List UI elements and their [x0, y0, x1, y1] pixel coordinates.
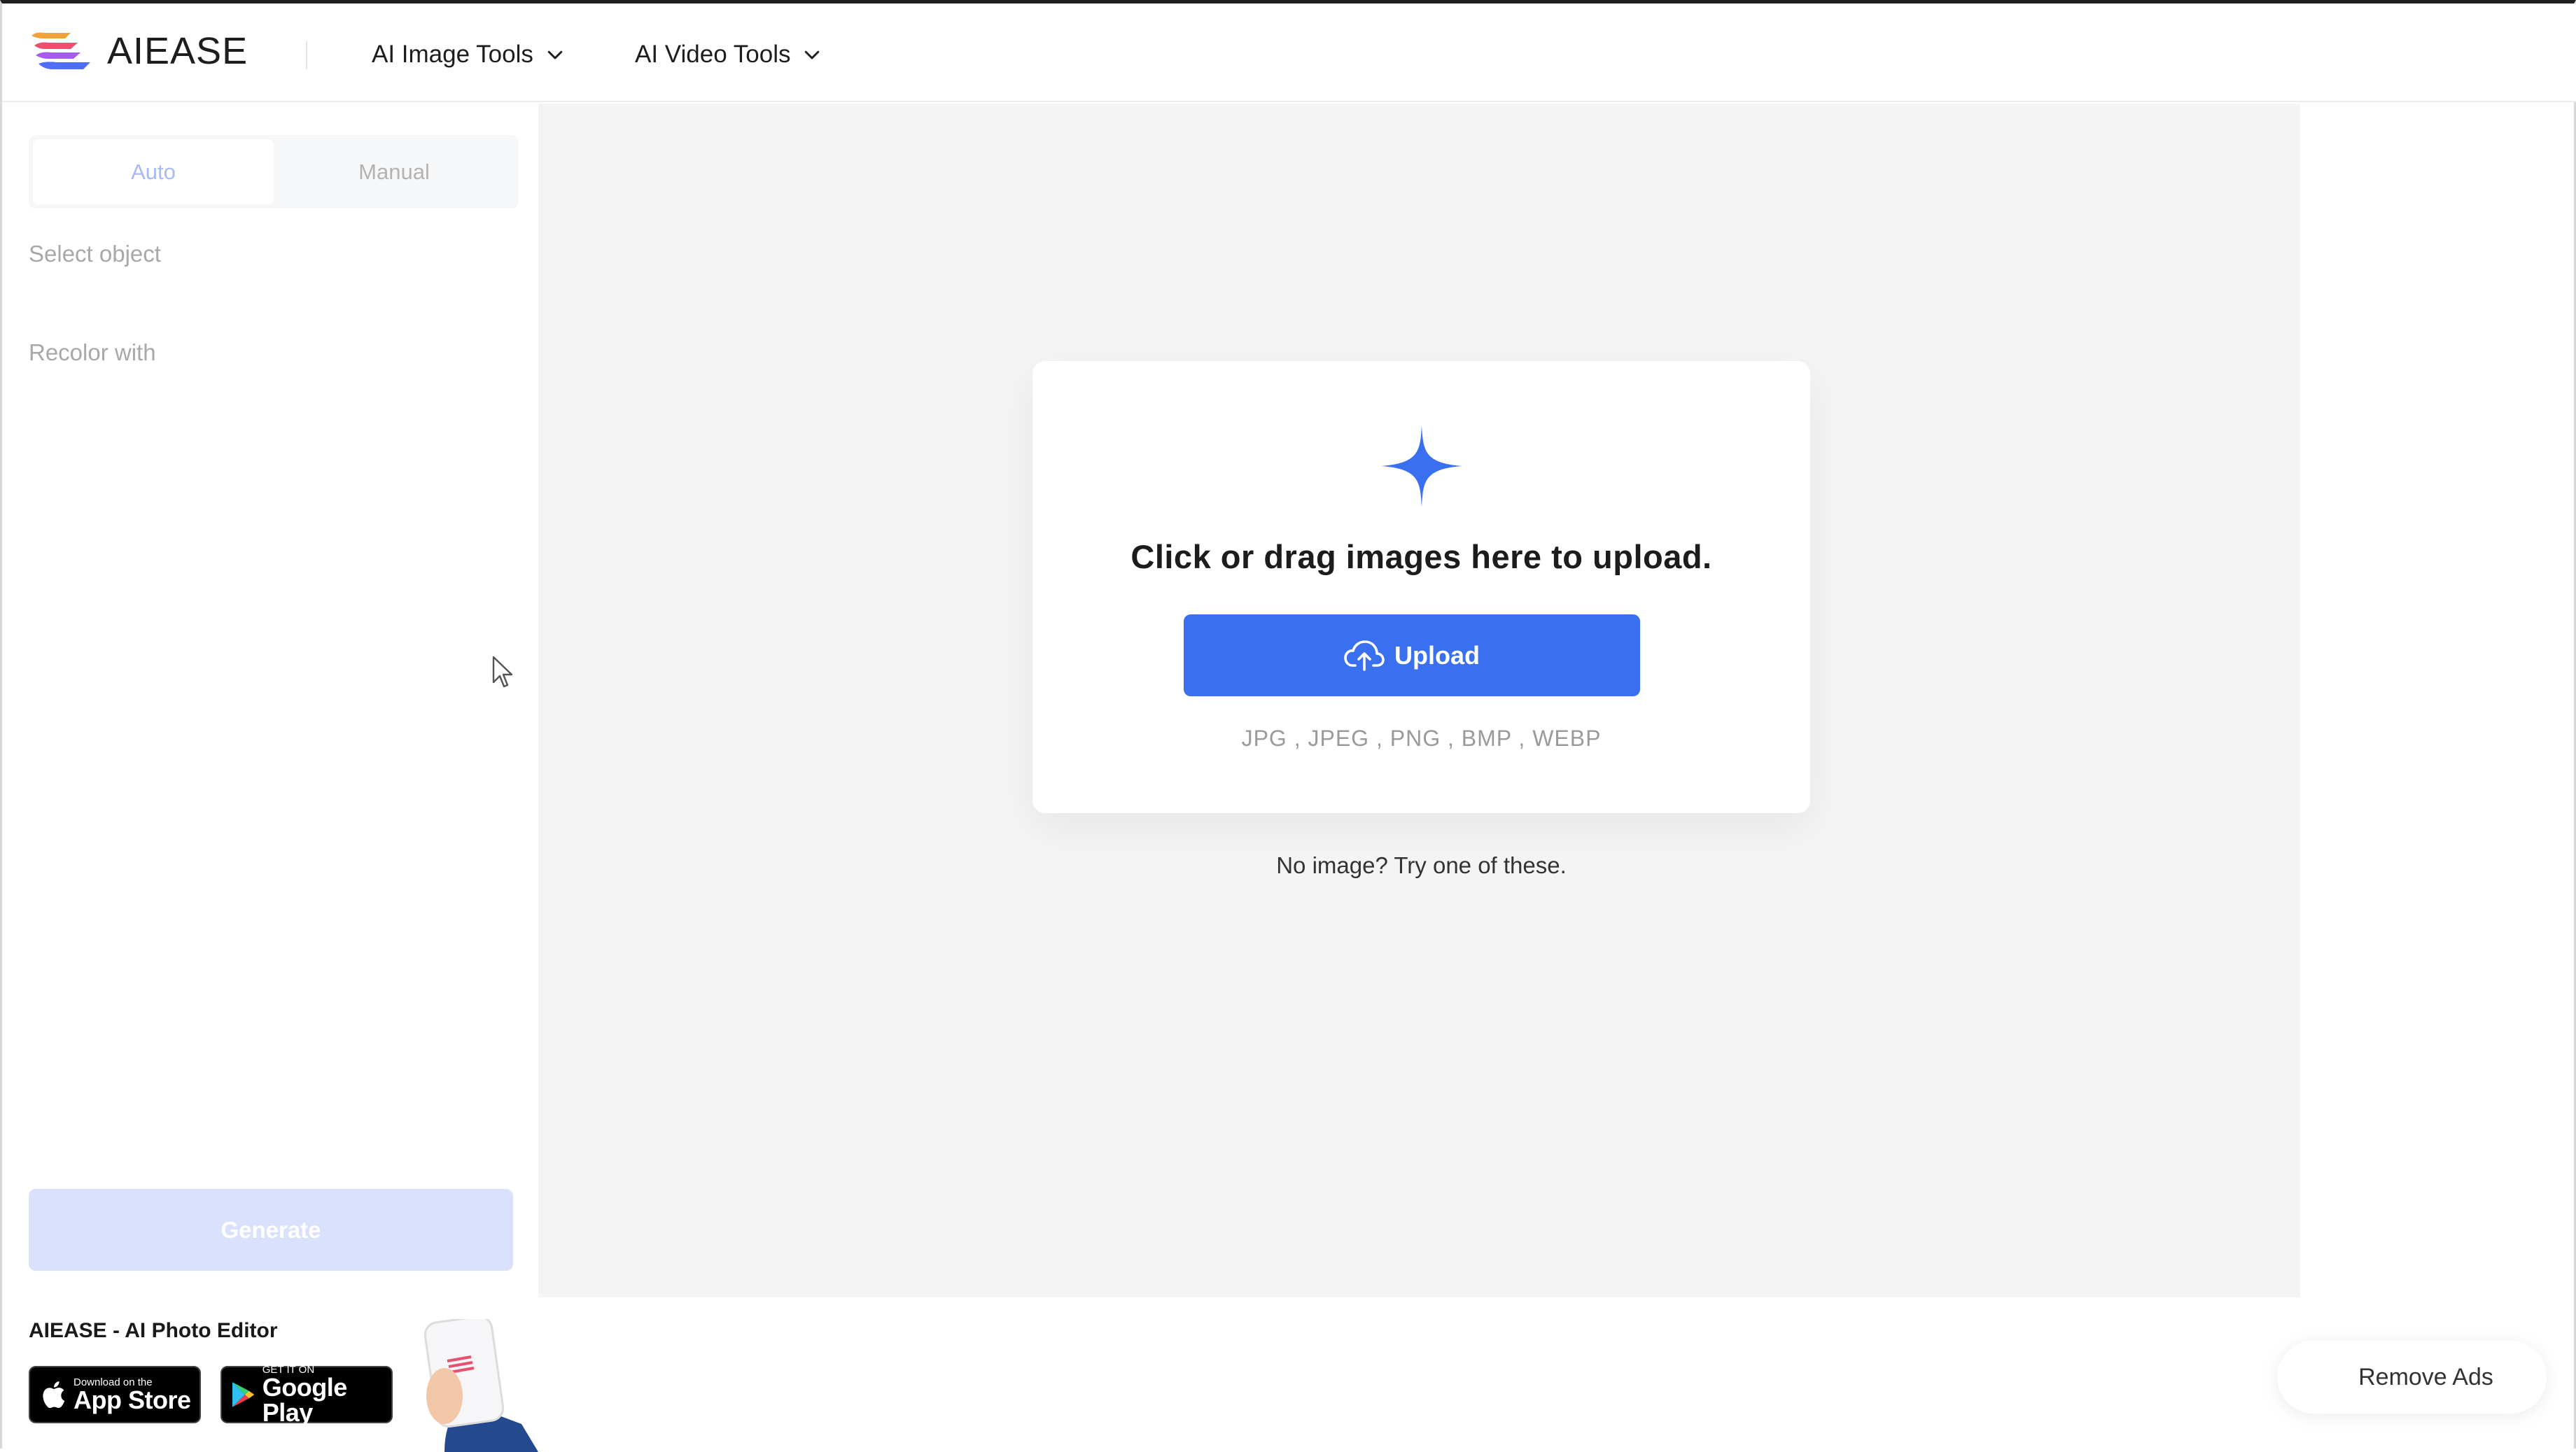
- sparkle-icon: [1381, 425, 1462, 507]
- left-sidebar: Auto Manual Select object Recolor with G…: [2, 104, 538, 1452]
- generate-button[interactable]: Generate: [29, 1189, 513, 1271]
- upload-button[interactable]: Upload: [1184, 614, 1640, 696]
- supported-formats: JPG , JPEG , PNG , BMP , WEBP: [1241, 726, 1602, 751]
- app-window: AIEASE AI Image Tools AI Video Tools Aut…: [0, 0, 2576, 1452]
- app-store-big-text: App Store: [74, 1385, 191, 1414]
- nav-ai-image-tools[interactable]: AI Image Tools: [372, 37, 566, 72]
- google-play-button[interactable]: GET IT ON Google Play: [220, 1365, 393, 1427]
- aiease-logo-icon: [31, 32, 90, 69]
- nav-label: AI Image Tools: [372, 41, 533, 68]
- mode-tabs: Auto Manual: [29, 135, 519, 209]
- google-play-big-text: Google Play: [262, 1372, 348, 1427]
- phone-illustration: [424, 1319, 538, 1452]
- upload-dropzone[interactable]: Click or drag images here to upload. Upl…: [1032, 361, 1810, 813]
- logo-text: AIEASE: [107, 30, 248, 72]
- nav-ai-video-tools[interactable]: AI Video Tools: [635, 37, 822, 72]
- app-store-button[interactable]: Download on the App Store: [29, 1366, 201, 1423]
- upload-title: Click or drag images here to upload.: [1130, 538, 1712, 575]
- nav-label: AI Video Tools: [635, 41, 791, 68]
- google-play-icon: [232, 1382, 255, 1407]
- recolor-with-label: Recolor with: [29, 339, 156, 365]
- chevron-down-icon: [547, 50, 563, 59]
- cloud-upload-icon: [1344, 640, 1385, 671]
- chevron-down-icon: [805, 50, 820, 59]
- app-promo-title: AIEASE - AI Photo Editor: [29, 1319, 278, 1342]
- try-sample-text[interactable]: No image? Try one of these.: [1032, 852, 1810, 879]
- apple-icon: [43, 1381, 65, 1409]
- top-header: AIEASE AI Image Tools AI Video Tools: [2, 3, 2576, 102]
- upload-button-label: Upload: [1394, 640, 1480, 670]
- tab-manual[interactable]: Manual: [274, 139, 514, 204]
- remove-ads-button[interactable]: Remove Ads: [2277, 1341, 2547, 1414]
- select-object-label: Select object: [29, 241, 161, 267]
- logo[interactable]: AIEASE: [29, 30, 248, 72]
- main-canvas: Click or drag images here to upload. Upl…: [538, 104, 2300, 1297]
- mouse-cursor-icon: [492, 656, 513, 688]
- tab-auto[interactable]: Auto: [33, 139, 274, 204]
- header-divider: [306, 41, 307, 69]
